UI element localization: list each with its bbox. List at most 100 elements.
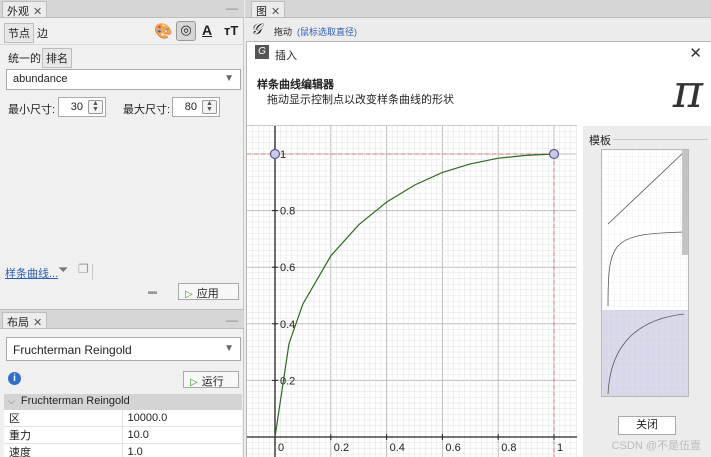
run-button[interactable]: ▷ 运行 <box>183 371 239 388</box>
editor-subheading: 拖动显示控制点以改变样条曲线的形状 <box>267 94 454 106</box>
copy-icon[interactable]: ❐ <box>78 262 89 276</box>
y-tick-label: 0.8 <box>280 206 295 218</box>
control-point-handle[interactable] <box>269 148 281 160</box>
x-tick-label: 0.8 <box>501 442 516 454</box>
x-tick-label: 1 <box>557 442 563 454</box>
label-color-icon[interactable]: A <box>202 22 212 38</box>
y-tick-label: 1 <box>280 149 286 161</box>
templates-scrollbar[interactable] <box>682 150 688 255</box>
chevron-down-icon: ▼ <box>224 343 234 354</box>
spline-link[interactable]: 样条曲线... <box>5 265 58 281</box>
info-icon[interactable]: i <box>8 372 21 385</box>
property-key: 区 <box>4 410 123 427</box>
attribute-select[interactable]: abundance ▼ <box>6 69 241 90</box>
x-tick-label: 0.6 <box>445 442 460 454</box>
table-row[interactable]: 重力 10.0 <box>4 426 242 444</box>
max-size-value: 80 <box>184 101 197 113</box>
spline-chart[interactable]: 0 0.2 0.4 0.6 0.8 10.20.40.60.81 <box>247 126 577 457</box>
x-tick-label: 0.2 <box>334 442 349 454</box>
table-row[interactable]: 速度 1.0 <box>4 443 242 457</box>
property-section-title: Fruchterman Reingold <box>20 395 130 407</box>
property-key: 重力 <box>4 426 123 444</box>
max-size-label: 最大尺寸: <box>123 104 171 116</box>
minimize-icon[interactable]: — <box>226 313 238 327</box>
layout-algorithm-value: Fruchterman Reingold <box>13 343 132 357</box>
drag-tool-label[interactable]: 拖动 <box>274 25 292 38</box>
control-point-handle[interactable] <box>548 148 560 160</box>
layout-tab-strip: 布局 ✕ — <box>0 309 244 329</box>
apply-button[interactable]: ▷ 应用 <box>178 283 239 300</box>
x-tick-label: 0 <box>278 442 284 454</box>
divider <box>92 264 93 280</box>
templates-thumbnails <box>602 150 688 396</box>
graph-tab[interactable]: 图 ✕ <box>251 1 286 18</box>
label-size-icon[interactable]: тT <box>224 23 238 38</box>
left-panel: 外观 ✕ — 节点 边 🎨 ◎ A тT 统一的 排名 abundance ▼ 最… <box>0 0 244 457</box>
y-tick-label: 0.6 <box>280 262 295 274</box>
spline-editor-dialog: G 插入 ✕ 样条曲线编辑器 拖动显示控制点以改变样条曲线的形状 π 0 0.2 0… <box>246 41 711 457</box>
property-key: 速度 <box>4 443 123 457</box>
property-value[interactable]: 10000.0 <box>122 410 242 427</box>
template-smooth-grid <box>602 310 688 396</box>
x-tick-label: 0.4 <box>390 442 405 454</box>
editor-heading: 样条曲线编辑器 <box>257 79 334 91</box>
appearance-tab-label: 外观 <box>7 6 29 18</box>
mode-toolbar: 统一的 排名 <box>0 44 244 68</box>
max-size-spinner[interactable]: 80 ▲ ▼ <box>172 97 220 117</box>
run-button-label: 运行 <box>201 376 224 388</box>
attribute-select-value: abundance <box>13 73 68 85</box>
property-section-header[interactable]: ⌵ Fruchterman Reingold <box>4 394 242 410</box>
property-table: 区 10000.0 重力 10.0 速度 1.0 <box>4 410 242 457</box>
property-value[interactable]: 1.0 <box>122 443 242 457</box>
graph-tab-strip: 图 ✕ <box>245 0 711 18</box>
graph-tab-label: 图 <box>256 6 267 18</box>
min-size-spinner[interactable]: 30 ▲ ▼ <box>58 97 106 117</box>
close-button[interactable]: 关闭 <box>618 416 676 435</box>
template-sharp[interactable] <box>602 230 688 308</box>
close-icon[interactable]: ✕ <box>33 6 42 18</box>
minimize-icon[interactable]: — <box>226 1 238 15</box>
layout-tab[interactable]: 布局 ✕ <box>2 312 48 329</box>
palette-icon[interactable]: 🎨 <box>154 22 173 40</box>
graph-window-header: 图 ✕ 𝒢 拖动 (鼠标选取直径) <box>245 0 711 40</box>
chevron-down-icon: ⌵ <box>8 396 15 406</box>
drag-tool-icon[interactable]: 𝒢 <box>251 20 262 38</box>
filter-icon[interactable]: ⏷ <box>58 262 68 278</box>
layout-algorithm-select[interactable]: Fruchterman Reingold ▼ <box>6 337 241 361</box>
pi-icon: π <box>672 64 703 118</box>
close-icon[interactable]: ✕ <box>689 44 702 62</box>
spinner-arrows-icon[interactable]: ▲ ▼ <box>88 100 103 114</box>
spline-graph-area[interactable]: 0 0.2 0.4 0.6 0.8 1 0.2 0.4 0.6 0.8 1 <box>247 125 577 457</box>
templates-panel: 模板 关闭 <box>583 126 711 457</box>
property-value[interactable]: 10.0 <box>122 426 242 444</box>
appearance-toolbar: 节点 边 🎨 ◎ A тT <box>4 21 242 43</box>
edge-tab[interactable]: 边 <box>37 25 48 41</box>
close-icon[interactable]: ✕ <box>33 317 42 329</box>
dialog-title: 插入 <box>275 50 297 62</box>
min-size-label: 最小尺寸: <box>8 104 56 116</box>
min-size-value: 30 <box>70 101 83 113</box>
unique-tab[interactable]: 统一的 <box>8 50 41 66</box>
templates-list[interactable] <box>601 149 689 397</box>
node-tab[interactable]: 节点 <box>4 23 34 43</box>
templates-label: 模板 <box>589 135 611 147</box>
layout-tab-label: 布局 <box>7 317 29 329</box>
ranking-tab[interactable]: 排名 <box>42 48 72 68</box>
close-button-label: 关闭 <box>636 419 658 431</box>
table-row[interactable]: 区 10000.0 <box>4 410 242 427</box>
drag-tool-hint: (鼠标选取直径) <box>297 27 357 37</box>
watermark: CSDN @不是伍壹 <box>611 440 701 452</box>
spinner-arrows-icon[interactable]: ▲ ▼ <box>202 100 217 114</box>
play-icon: ▷ <box>185 289 193 300</box>
chevron-down-icon: ▼ <box>224 73 234 84</box>
appearance-tab-strip: 外观 ✕ — <box>0 0 244 18</box>
app-icon: G <box>255 45 269 59</box>
y-tick-label: 0.4 <box>280 319 295 331</box>
dialog-title-bar: G 插入 ✕ <box>247 42 711 66</box>
appearance-tab[interactable]: 外观 ✕ <box>2 1 48 18</box>
divider <box>613 139 708 140</box>
size-icon[interactable]: ◎ <box>176 21 196 41</box>
reset-icon[interactable]: ▬ <box>148 286 157 296</box>
play-icon: ▷ <box>190 377 198 388</box>
close-icon[interactable]: ✕ <box>271 6 280 18</box>
